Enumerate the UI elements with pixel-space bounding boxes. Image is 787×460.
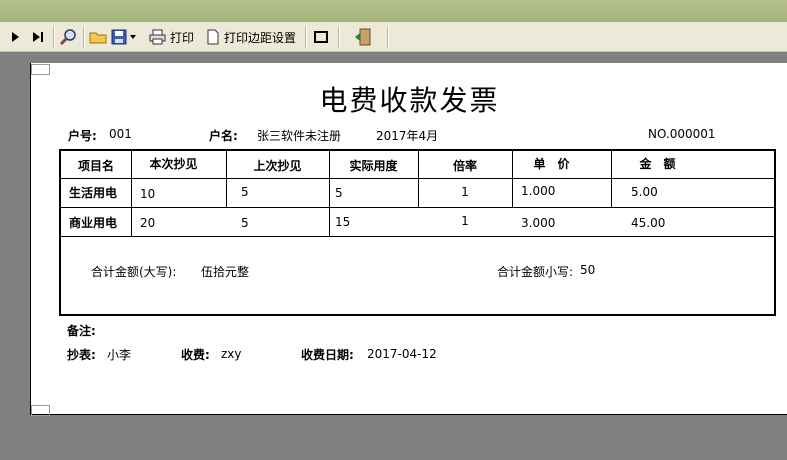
remark-label: 备注: <box>67 324 96 338</box>
household-no: 001 <box>109 127 132 141</box>
print-margin-button[interactable]: 打印边距设置 <box>206 26 296 48</box>
row-1-name: 生活用电 <box>69 186 118 200</box>
row-1-amount: 5.00 <box>631 185 658 199</box>
row-2-usage: 15 <box>335 215 351 229</box>
exit-door-icon <box>355 28 371 46</box>
invoice-number: NO.000001 <box>648 127 716 141</box>
frame-icon <box>314 31 328 43</box>
invoice-table: 项目名 本次抄见 上次抄见 实际用度 倍率 单 价 金 额 生活用电 10 5 … <box>59 149 776 316</box>
row-1-price: 1.000 <box>521 184 556 198</box>
column-header-current-reading: 本次抄见 <box>149 157 198 171</box>
row-2-amount: 45.00 <box>631 216 666 230</box>
row-1-current: 10 <box>140 187 156 201</box>
last-page-button[interactable] <box>28 26 48 48</box>
floppy-disk-icon <box>111 29 127 45</box>
total-lower-label: 合计金额小写: <box>497 265 574 279</box>
page-icon <box>207 29 219 45</box>
reader-label: 抄表: <box>67 348 96 362</box>
folder-icon <box>89 32 107 44</box>
preview-toolbar: 打印 打印边距设置 <box>0 22 787 52</box>
column-header-rate: 倍率 <box>452 159 477 173</box>
print-button[interactable]: 打印 <box>149 26 194 48</box>
household-no-label: 户号: <box>68 129 97 143</box>
zoom-button[interactable] <box>57 26 79 48</box>
margin-marker-bottom <box>31 405 50 416</box>
household-name-label: 户名: <box>209 129 238 143</box>
column-header-item: 项目名 <box>77 159 114 173</box>
row-2-name: 商业用电 <box>69 216 118 230</box>
page-frame-button[interactable] <box>311 26 331 48</box>
column-header-previous-reading: 上次抄见 <box>253 159 302 173</box>
window-titlebar <box>0 0 787 22</box>
row-2-previous: 5 <box>241 216 249 230</box>
column-header-unit-price: 单 价 <box>533 157 570 171</box>
reader-name: 小李 <box>107 348 132 362</box>
row-2-current: 20 <box>140 216 156 230</box>
collector-label: 收费: <box>181 348 210 362</box>
household-name: 张三软件未注册 <box>257 129 342 143</box>
column-header-amount: 金 额 <box>639 157 676 171</box>
collector-name: zxy <box>221 347 242 361</box>
dropdown-arrow-icon <box>130 35 136 39</box>
open-button[interactable] <box>88 26 108 48</box>
column-header-usage: 实际用度 <box>349 159 398 173</box>
row-1-rate: 1 <box>461 185 469 199</box>
next-page-button[interactable] <box>6 26 24 48</box>
margin-marker-top <box>31 64 50 75</box>
save-button[interactable] <box>111 26 141 48</box>
magnifier-icon <box>59 29 76 46</box>
invoice-title: 电费收款发票 <box>319 84 500 117</box>
print-label: 打印 <box>170 30 195 45</box>
payment-date-label: 收费日期: <box>301 348 354 362</box>
exit-button[interactable] <box>352 26 374 48</box>
total-upper: 伍拾元整 <box>201 265 250 279</box>
billing-period: 2017年4月 <box>376 129 439 143</box>
total-upper-label: 合计金额(大写): <box>91 265 177 279</box>
row-1-usage: 5 <box>335 186 343 200</box>
row-1-previous: 5 <box>241 185 249 199</box>
row-2-price: 3.000 <box>521 216 556 230</box>
skip-end-icon <box>33 32 43 42</box>
invoice-page: 电费收款发票 户号: 001 户名: 张三软件未注册 2017年4月 NO.00… <box>30 63 787 415</box>
total-lower: 50 <box>580 263 596 277</box>
print-margin-label: 打印边距设置 <box>224 30 297 45</box>
row-2-rate: 1 <box>461 214 469 228</box>
payment-date: 2017-04-12 <box>367 347 437 361</box>
printer-icon <box>149 29 166 45</box>
play-icon <box>12 32 19 42</box>
